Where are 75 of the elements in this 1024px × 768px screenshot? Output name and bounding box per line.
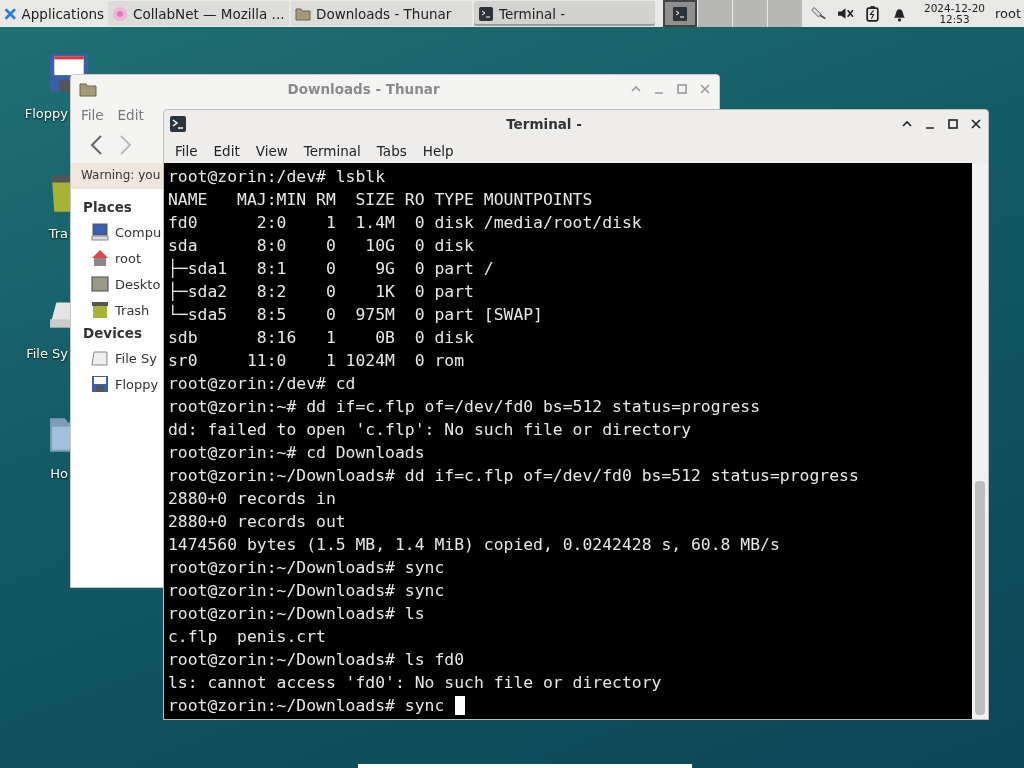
terminal-line: 2880+0 records in [168,488,336,510]
terminal-line: root@zorin:~/Downloads# ls fd0 [168,649,465,671]
terminal-line: 1474560 bytes (1.5 MB, 1.4 MiB) copied, 0.0242428 s, 60.8 MB/s [168,534,780,556]
clock[interactable]: 2024-12-20 12:53 [924,2,986,25]
trash-icon[interactable] [48,172,70,214]
window-title: Downloads - Thunar [286,81,441,97]
folder-icon [295,5,311,22]
menu-item[interactable]: Edit [205,142,248,159]
desktop-icon-label[interactable]: File Sy [26,346,68,361]
terminal-line: 2880+0 records out [168,511,346,533]
terminal-line: c.flp penis.crt [168,626,326,648]
user-name[interactable]: root [995,6,1022,21]
terminal-line: sdb 8:16 1 0B 0 disk [168,327,474,349]
sidebar-heading: Places [83,199,132,215]
task-button[interactable]: CollabNet — Mozilla ... [108,1,289,26]
sidebar-item[interactable]: root [83,245,142,271]
terminal-icon [169,115,187,133]
flower-icon [112,5,128,22]
house-icon [91,249,109,267]
trash-icon [91,301,109,319]
network-icon[interactable] [810,5,827,22]
terminal-line: ├─sda1 8:1 0 9G 0 part / [168,257,494,280]
menu-item[interactable]: Help [414,142,462,159]
window-title: Terminal - [505,116,583,132]
terminal-line: root@zorin:~/Downloads# sync [168,695,446,717]
terminal-icon [478,5,494,22]
terminal-line: ls: cannot access 'fd0': No such file or directory [168,672,662,694]
sidebar-item[interactable]: Floppy [83,371,159,397]
menu-item[interactable]: File [169,142,206,159]
terminal-line: sda 8:0 0 10G 0 disk [168,235,474,257]
sidebar-item[interactable]: Trash [83,297,150,323]
drive-icon [91,349,109,367]
menu-item[interactable]: Edit [117,107,144,123]
terminal-line: root@zorin:/dev# lsblk [168,166,386,188]
terminal-icon [672,5,688,22]
applications-menu[interactable]: Applications [0,1,108,26]
close-icon[interactable] [970,118,982,130]
battery-icon[interactable] [864,5,881,22]
floppy-icon [91,375,109,393]
terminal-line: root@zorin:~/Downloads# ls [168,603,425,625]
terminal-line: └─sda5 8:5 0 975M 0 part [SWAP] [168,303,543,326]
maximize-icon[interactable] [947,118,959,130]
terminal-line: fd0 2:0 1 1.4M 0 disk /media/root/disk [168,212,642,234]
desktop-icon-label[interactable]: Floppy [24,106,68,121]
menu-item[interactable]: Terminal [295,142,369,159]
terminal-line: root@zorin:~/Downloads# sync [168,557,445,579]
workspace-switcher[interactable] [663,0,802,27]
terminal-line: sr0 11:0 1 1024M 0 rom [168,350,465,372]
scrollbar-thumb[interactable] [975,481,985,715]
terminal-line: root@zorin:/dev# cd [168,373,356,395]
terminal-line: ├─sda2 8:2 0 1K 0 part [168,280,474,303]
terminal-line: root@zorin:~/Downloads# sync [168,580,445,602]
terminal-line: root@zorin:~# dd if=c.flp of=/dev/fd0 bs=512 status=progress [168,396,761,418]
folder-icon [79,80,97,98]
logo-icon [4,6,17,21]
terminal-line: root@zorin:~# cd Downloads [168,442,425,464]
menu-item[interactable]: File [81,107,104,123]
muted-speaker-icon[interactable] [837,5,854,22]
sidebar-item[interactable]: Compu [83,219,162,245]
desktop-icon-label[interactable]: Ho [50,466,68,481]
desktop-icon [91,275,109,293]
sidebar-item[interactable]: Deskto [83,271,161,297]
desktop-icon-label[interactable]: Tra [48,226,68,241]
sidebar-heading: Devices [83,325,142,341]
terminal-line: dd: failed to open 'c.flp': No such file or directory [168,419,691,441]
scrollbar[interactable] [972,163,988,719]
computer-icon [91,223,109,241]
terminal-line: NAME MAJ:MIN RM SIZE RO TYPE MOUNTPOINTS [168,189,593,211]
sidebar-item[interactable]: File Sy [83,345,157,371]
menu-item[interactable]: View [247,142,296,159]
menu-item[interactable]: Tabs [368,142,415,159]
terminal-line: root@zorin:~/Downloads# dd if=c.flp of=/dev/fd0 bs=512 status=progress [168,465,859,487]
warning-text: Warning: you [81,168,161,182]
task-button[interactable]: Terminal - [474,1,655,26]
task-button[interactable]: Downloads - Thunar [291,1,472,26]
